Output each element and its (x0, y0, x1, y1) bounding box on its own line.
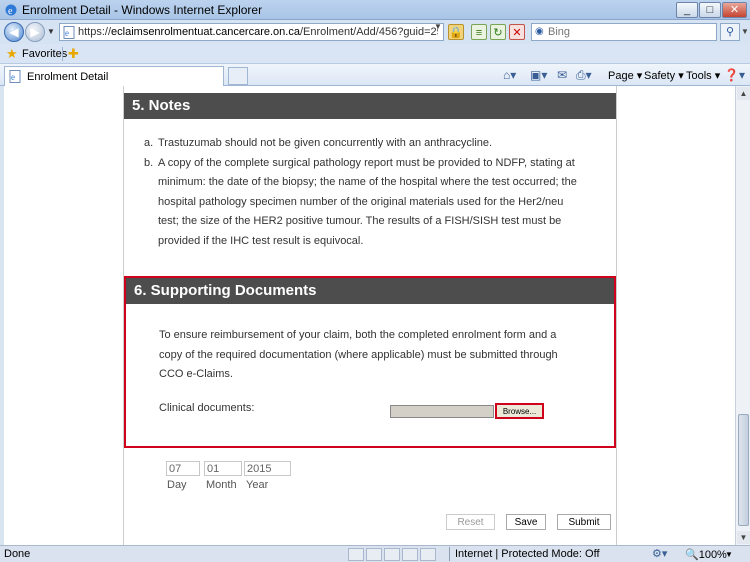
favorites-star-icon[interactable]: ★ (6, 46, 18, 62)
minimize-button[interactable]: _ (676, 2, 698, 18)
back-arrow-icon: ◀ (9, 25, 19, 39)
clinical-documents-label: Clinical documents: (159, 402, 255, 414)
command-bar: e Enrolment Detail ⌂▾ ▣▾ ✉ ⎙▾ Page ▾ Saf… (0, 64, 750, 86)
list-item: a. Trastuzumab should not be given concu… (144, 137, 493, 149)
status-pane (402, 548, 418, 561)
year-field[interactable] (244, 461, 291, 476)
clinical-documents-file-field[interactable] (390, 405, 494, 418)
scroll-up-icon[interactable]: ▲ (737, 87, 750, 100)
window-title: Enrolment Detail - Windows Internet Expl… (22, 3, 263, 17)
supporting-documents-section: 6. Supporting Documents To ensure reimbu… (124, 276, 616, 448)
scroll-down-icon[interactable]: ▼ (737, 531, 750, 544)
svg-text:e: e (65, 28, 69, 38)
day-label: Day (167, 479, 187, 491)
status-separator (449, 547, 450, 561)
status-pane (420, 548, 436, 561)
status-pane (366, 548, 382, 561)
notes-heading: 5. Notes (124, 93, 616, 119)
security-zone[interactable]: Internet | Protected Mode: Off (455, 548, 600, 560)
status-text: Done (4, 548, 31, 560)
compatibility-view-icon[interactable]: ≡ (471, 24, 487, 40)
protected-mode-icon[interactable]: ⚙▾ (652, 547, 667, 560)
favorites-separator (62, 47, 63, 61)
home-icon[interactable]: ⌂▾ (503, 68, 516, 82)
reimbursement-instructions: To ensure reimbursement of your claim, b… (159, 329, 558, 380)
tab-enrolment-detail[interactable]: e Enrolment Detail (4, 66, 224, 86)
zoom-level[interactable]: 🔍100% (685, 548, 727, 561)
svg-text:e: e (8, 6, 13, 17)
zoom-dropdown-icon[interactable]: ▼ (725, 550, 733, 559)
add-to-favorites-bar-icon[interactable]: ✚ (68, 46, 79, 62)
favorites-button[interactable]: Favorites (22, 48, 67, 60)
search-options-dropdown-icon[interactable]: ▼ (741, 27, 749, 36)
print-icon[interactable]: ⎙▾ (576, 68, 592, 83)
page-icon: e (9, 70, 21, 83)
forward-button[interactable]: ▶ (25, 22, 45, 42)
supporting-documents-heading: 6. Supporting Documents (126, 278, 614, 304)
search-icon[interactable]: ⚲ (720, 23, 740, 41)
page-menu[interactable]: Page ▾ (608, 69, 642, 82)
search-box[interactable]: ◉ (531, 23, 717, 41)
favorites-bar: ★ Favorites ✚ (0, 44, 750, 64)
back-button[interactable]: ◀ (4, 22, 24, 42)
page-viewport: 5. Notes a. Trastuzumab should not be gi… (4, 86, 735, 545)
status-pane (384, 548, 400, 561)
forward-arrow-icon: ▶ (30, 25, 40, 39)
new-tab-button[interactable] (228, 67, 248, 85)
search-input[interactable] (548, 25, 713, 39)
feeds-icon[interactable]: ▣▾ (530, 68, 547, 82)
submit-button[interactable]: Submit (557, 514, 611, 530)
browse-button[interactable]: Browse... (495, 403, 544, 419)
url-text: https://eclaimsenrolmentuat.cancercare.o… (78, 26, 438, 38)
status-bar: Done Internet | Protected Mode: Off ⚙▾ 🔍… (0, 545, 750, 562)
url-dropdown-icon[interactable]: ▼ (434, 22, 442, 31)
bing-icon: ◉ (535, 26, 544, 37)
month-field[interactable] (204, 461, 242, 476)
scrollbar-thumb[interactable] (738, 414, 749, 526)
page-icon: e (63, 26, 75, 39)
url-field[interactable]: e https://eclaimsenrolmentuat.cancercare… (59, 23, 444, 41)
tools-menu[interactable]: Tools ▾ (686, 69, 720, 82)
list-item: b. A copy of the complete surgical patho… (144, 156, 577, 247)
help-icon[interactable]: ❓▾ (724, 68, 745, 82)
read-mail-icon[interactable]: ✉ (557, 68, 567, 82)
notes-list: a. Trastuzumab should not be given concu… (144, 134, 584, 251)
enrolment-form: 5. Notes a. Trastuzumab should not be gi… (123, 86, 617, 545)
refresh-icon[interactable]: ↻ (490, 24, 506, 40)
address-bar: ◀ ▶ ▼ e https://eclaimsenrolmentuat.canc… (0, 20, 750, 44)
maximize-button[interactable]: □ (699, 2, 721, 18)
status-pane (348, 548, 364, 561)
stop-icon[interactable]: ✕ (509, 24, 525, 40)
year-label: Year (246, 479, 269, 491)
close-window-button[interactable]: ✕ (722, 2, 747, 18)
save-button[interactable]: Save (506, 514, 546, 530)
vertical-scrollbar[interactable]: ▲ ▼ (735, 86, 750, 545)
tab-label: Enrolment Detail (27, 71, 109, 83)
lock-icon[interactable]: 🔒 (448, 24, 464, 40)
recent-pages-dropdown-icon[interactable]: ▼ (47, 27, 55, 36)
title-bar: e Enrolment Detail - Windows Internet Ex… (0, 0, 750, 20)
reset-button[interactable]: Reset (446, 514, 495, 530)
internet-explorer-icon: e (5, 4, 17, 17)
month-label: Month (206, 479, 237, 491)
safety-menu[interactable]: Safety ▾ (644, 69, 684, 82)
svg-text:e: e (11, 72, 15, 82)
day-field[interactable] (166, 461, 200, 476)
